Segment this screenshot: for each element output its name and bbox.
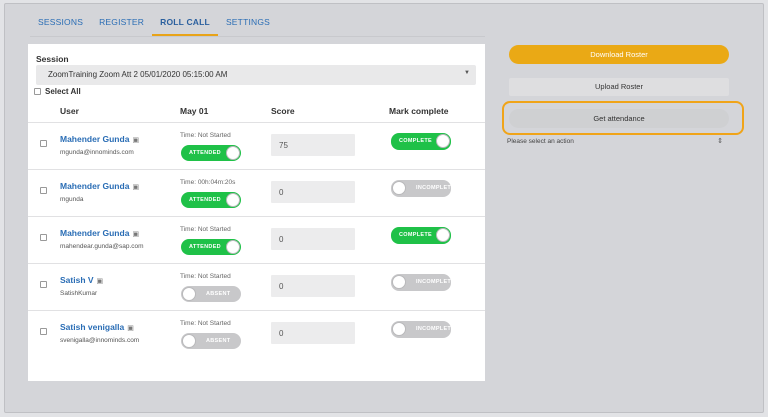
mark-complete-label: COMPLETE	[399, 232, 432, 238]
mark-complete-toggle[interactable]: COMPLETE	[391, 227, 451, 244]
action-select-placeholder: Please select an action	[507, 138, 574, 145]
score-value: 75	[279, 141, 288, 150]
session-select-value: ZoomTraining Zoom Att 2 05/01/2020 05:15…	[48, 70, 228, 79]
user-name: Mahender Gunda	[60, 134, 130, 144]
select-all[interactable]: Select All	[34, 87, 81, 96]
user-name: Satish V	[60, 275, 94, 285]
row-checkbox[interactable]	[40, 328, 47, 335]
score-field[interactable]: 0	[271, 275, 355, 297]
score-value: 0	[279, 235, 284, 244]
toggle-knob	[436, 228, 450, 242]
roll-call-panel: Session ZoomTraining Zoom Att 2 05/01/20…	[28, 44, 485, 381]
score-value: 0	[279, 329, 284, 338]
user-name: Mahender Gunda	[60, 181, 130, 191]
column-header-date: May 01	[180, 106, 209, 116]
row-checkbox[interactable]	[40, 234, 47, 241]
table-row: Satish V ▣ SatishKumar Time: Not Started ABS…	[28, 263, 485, 310]
mark-complete-toggle[interactable]: INCOMPLETE	[391, 180, 455, 197]
tab-roll-call[interactable]: ROLL CALL	[152, 10, 218, 36]
user-name-link[interactable]: Mahender Gunda ▣	[60, 181, 139, 191]
tab-bar: SESSIONS REGISTER ROLL CALL SETTINGS	[30, 10, 278, 36]
toggle-knob	[182, 334, 196, 348]
toggle-knob	[226, 146, 240, 160]
download-roster-button[interactable]: Download Roster	[509, 45, 729, 64]
attendance-toggle-label: ATTENDED	[189, 244, 221, 250]
toggle-knob	[226, 240, 240, 254]
user-name-link[interactable]: Mahender Gunda ▣	[60, 134, 139, 144]
attendance-toggle[interactable]: ATTENDED	[181, 239, 241, 255]
user-email: svenigalla@innominds.com	[60, 337, 140, 344]
select-all-checkbox[interactable]	[34, 88, 41, 95]
attendance-toggle-label: ABSENT	[206, 338, 231, 344]
time-status: Time: Not Started	[180, 132, 231, 139]
id-card-icon: ▣	[96, 278, 104, 285]
column-header-user: User	[60, 106, 79, 116]
attendance-toggle[interactable]: ATTENDED	[181, 192, 241, 208]
id-card-icon: ▣	[132, 231, 140, 238]
attendance-toggle[interactable]: ABSENT	[181, 286, 241, 302]
time-status: Time: Not Started	[180, 273, 231, 280]
table-row: Mahender Gunda ▣ mgunda Time: 00h:04m:20s AT…	[28, 169, 485, 216]
mark-complete-label: COMPLETE	[399, 138, 432, 144]
column-header-mark-complete: Mark complete	[389, 106, 449, 116]
attendance-toggle-label: ATTENDED	[189, 150, 221, 156]
chevron-down-icon: ▼	[464, 70, 470, 76]
score-value: 0	[279, 188, 284, 197]
tab-divider	[30, 36, 485, 37]
toggle-knob	[182, 287, 196, 301]
tab-settings[interactable]: SETTINGS	[218, 10, 278, 36]
score-field[interactable]: 0	[271, 228, 355, 250]
row-checkbox[interactable]	[40, 187, 47, 194]
upload-roster-button[interactable]: Upload Roster	[509, 78, 729, 96]
chevron-updown-icon: ⇕	[717, 138, 723, 145]
user-name: Satish venigalla	[60, 322, 125, 332]
user-name-link[interactable]: Mahender Gunda ▣	[60, 228, 139, 238]
mark-complete-toggle[interactable]: COMPLETE	[391, 133, 451, 150]
time-status: Time: Not Started	[180, 226, 231, 233]
row-checkbox[interactable]	[40, 140, 47, 147]
toggle-knob	[226, 193, 240, 207]
id-card-icon: ▣	[127, 325, 134, 332]
mark-complete-label: INCOMPLETE	[416, 185, 456, 191]
toggle-knob	[392, 322, 406, 336]
id-card-icon: ▣	[132, 137, 140, 144]
row-checkbox[interactable]	[40, 281, 47, 288]
attendance-toggle-label: ATTENDED	[189, 197, 221, 203]
attendance-toggle-label: ABSENT	[206, 291, 231, 297]
select-all-label: Select All	[45, 87, 81, 96]
tab-register[interactable]: REGISTER	[91, 10, 152, 36]
toggle-knob	[392, 275, 406, 289]
user-email: mgunda@innominds.com	[60, 149, 134, 156]
table-row: Mahender Gunda ▣ mahendear.gunda@sap.com Ti…	[28, 216, 485, 263]
user-name-link[interactable]: Satish venigalla ▣	[60, 322, 134, 332]
user-email: mahendear.gunda@sap.com	[60, 243, 144, 250]
attendance-toggle[interactable]: ATTENDED	[181, 145, 241, 161]
get-attendance-button[interactable]: Get attendance	[509, 109, 729, 128]
score-value: 0	[279, 282, 284, 291]
time-status: Time: Not Started	[180, 320, 231, 327]
user-name: Mahender Gunda	[60, 228, 130, 238]
id-card-icon: ▣	[132, 184, 140, 191]
action-select[interactable]: Please select an action ⇕	[507, 136, 725, 149]
user-email: mgunda	[60, 196, 84, 203]
mark-complete-label: INCOMPLETE	[416, 279, 456, 285]
mark-complete-label: INCOMPLETE	[416, 326, 456, 332]
user-email: SatishKumar	[60, 290, 98, 297]
toggle-knob	[436, 134, 450, 148]
score-field[interactable]: 0	[271, 181, 355, 203]
session-label: Session	[36, 54, 69, 64]
table-row: Satish venigalla ▣ svenigalla@innominds.co…	[28, 310, 485, 357]
score-field[interactable]: 75	[271, 134, 355, 156]
column-header-score: Score	[271, 106, 295, 116]
time-status: Time: 00h:04m:20s	[180, 179, 236, 186]
score-field[interactable]: 0	[271, 322, 355, 344]
session-select[interactable]: ZoomTraining Zoom Att 2 05/01/2020 05:15…	[36, 65, 476, 85]
attendance-toggle[interactable]: ABSENT	[181, 333, 241, 349]
mark-complete-toggle[interactable]: INCOMPLETE	[391, 321, 455, 338]
mark-complete-toggle[interactable]: INCOMPLETE	[391, 274, 455, 291]
tab-sessions[interactable]: SESSIONS	[30, 10, 91, 36]
table-row: Mahender Gunda ▣ mgunda@innominds.com Time:…	[28, 122, 485, 169]
toggle-knob	[392, 181, 406, 195]
user-name-link[interactable]: Satish V ▣	[60, 275, 103, 285]
